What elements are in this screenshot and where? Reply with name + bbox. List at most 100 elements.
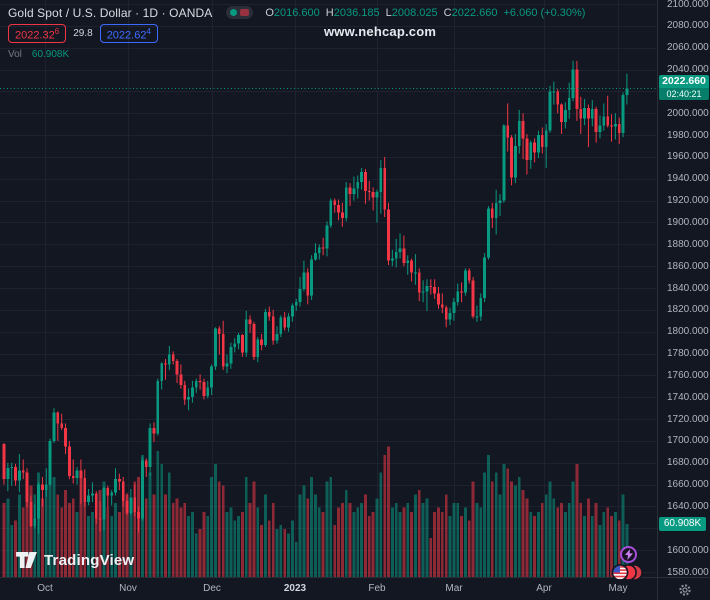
tradingview-logo[interactable]: TradingView <box>16 551 134 569</box>
candle-body <box>144 460 148 468</box>
candle-body <box>256 339 260 357</box>
volume-bar <box>217 481 221 577</box>
volume-bar <box>429 537 433 577</box>
candle-body <box>356 182 360 189</box>
price-tick-label: 1900.000 <box>667 216 709 228</box>
lightning-icon[interactable] <box>620 546 637 563</box>
candle-body <box>510 137 513 178</box>
candle-body <box>187 397 190 400</box>
candle-body <box>613 124 617 127</box>
candle-body <box>494 202 498 219</box>
candle-body <box>267 312 271 317</box>
candle-body <box>33 518 37 527</box>
volume-bar <box>271 503 275 577</box>
candle-body <box>594 108 598 132</box>
ask-price: 2022.62 <box>106 29 147 42</box>
candle-body <box>556 91 560 105</box>
candle-body <box>606 116 610 126</box>
symbol-title[interactable]: Gold Spot / U.S. Dollar · 1D · OANDA <box>8 6 212 20</box>
price-tick-label: 1580.000 <box>667 566 709 578</box>
price-tick-label: 1840.000 <box>667 282 709 294</box>
volume-bar <box>433 511 437 577</box>
volume-bar <box>306 498 310 577</box>
time-axis-label: Feb <box>368 583 386 594</box>
volume-indicator-label[interactable]: Vol <box>8 49 22 60</box>
candle-body <box>225 363 229 367</box>
candle-body <box>167 354 171 365</box>
time-axis-label: Mar <box>445 583 463 594</box>
volume-bar <box>410 511 413 577</box>
price-tick-label: 1640.000 <box>667 500 709 512</box>
price-tick-label: 2060.000 <box>667 42 709 54</box>
candle-body <box>590 108 594 119</box>
volume-bar <box>237 516 240 577</box>
candle-body <box>610 125 613 127</box>
price-axis[interactable]: 2022.660 02:40:21 60.908K 2100.000 2080.0… <box>657 0 710 578</box>
market-closed-square-icon <box>240 9 250 16</box>
candle-body <box>452 302 456 314</box>
volume-bar <box>525 498 529 577</box>
volume-bar <box>221 485 225 577</box>
sell-bid-button[interactable]: 2022.326 <box>8 23 67 44</box>
candle-body <box>133 497 137 512</box>
volume-bar <box>364 494 367 577</box>
candle-body <box>456 291 460 303</box>
candle-body <box>598 125 602 132</box>
volume-bar <box>583 516 586 577</box>
volume-bar <box>498 494 502 577</box>
volume-bar <box>191 511 194 577</box>
buy-ask-button[interactable]: 2022.624 <box>99 23 158 44</box>
candle-body <box>156 380 160 434</box>
price-tick-label: 1680.000 <box>667 457 709 469</box>
volume-bar <box>348 503 352 577</box>
candle-body <box>240 334 244 353</box>
candle-body <box>306 272 310 296</box>
volume-bar <box>6 498 10 577</box>
time-axis[interactable]: Oct Nov Dec 2023 Feb Mar Apr May <box>0 577 657 600</box>
candle-body <box>444 307 448 320</box>
volume-bar <box>563 511 567 577</box>
candle-body <box>425 285 429 292</box>
gear-icon <box>678 583 691 596</box>
candle-body <box>602 116 606 126</box>
candle-body <box>37 484 41 519</box>
candle-body <box>621 95 625 133</box>
volume-bar <box>479 507 483 577</box>
candle-body <box>191 387 194 398</box>
volume-bar <box>244 476 248 577</box>
volume-bar <box>233 520 237 577</box>
candlestick-chart[interactable] <box>0 0 657 577</box>
volume-bar <box>202 511 206 577</box>
volume-bar <box>602 511 606 577</box>
candle-body <box>364 172 367 191</box>
candle-body <box>221 333 225 367</box>
candle-body <box>513 146 517 178</box>
candle-body <box>52 412 56 441</box>
volume-bar <box>194 533 198 577</box>
price-tick-label: 1720.000 <box>667 413 709 425</box>
price-tick-label: 1940.000 <box>667 173 709 185</box>
volume-bar <box>2 503 6 577</box>
tradingview-chart-window: Gold Spot / U.S. Dollar · 1D · OANDA O20… <box>0 0 710 600</box>
volume-bar <box>448 516 452 577</box>
candle-body <box>275 333 279 341</box>
candle-body <box>398 248 402 252</box>
economic-events-flag-icon[interactable] <box>610 563 644 587</box>
candle-body <box>487 208 490 258</box>
volume-bar <box>225 511 229 577</box>
candle-body <box>217 328 221 334</box>
price-tick-label: 1860.000 <box>667 260 709 272</box>
candle-body <box>244 319 248 353</box>
axis-settings-corner[interactable] <box>657 577 710 600</box>
volume-bar <box>440 511 444 577</box>
candle-body <box>367 190 371 192</box>
candle-body <box>290 305 294 317</box>
candle-body <box>248 319 252 325</box>
market-status-toggle[interactable] <box>226 6 254 19</box>
candle-body <box>429 285 433 287</box>
candle-body <box>537 135 540 153</box>
candle-body <box>314 253 317 260</box>
candles-layer <box>2 60 629 534</box>
candle-body <box>421 291 425 293</box>
price-tick-label: 2080.000 <box>667 20 709 32</box>
